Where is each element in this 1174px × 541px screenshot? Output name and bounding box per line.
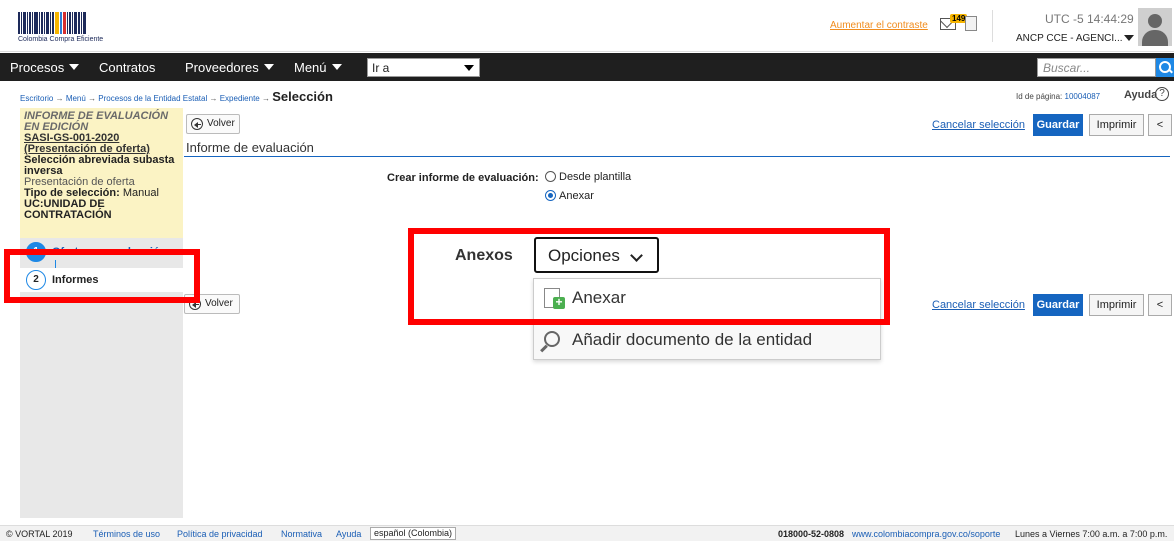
menu-item-add-entity-document[interactable]: Añadir documento de la entidad <box>534 321 880 361</box>
copyright: © VORTAL 2019 <box>6 529 73 539</box>
breadcrumb-arrow: → <box>261 94 270 103</box>
search-icon[interactable] <box>1156 58 1174 77</box>
print-button[interactable]: Imprimir <box>1089 294 1144 316</box>
previous-button[interactable]: < <box>1148 294 1172 316</box>
colombia-compra-logo[interactable]: Colombia Compra Eficiente <box>18 10 118 46</box>
support-phone: 018000-52-0808 <box>778 529 845 539</box>
print-button[interactable]: Imprimir <box>1089 114 1144 136</box>
user-menu[interactable]: ANCP CCE - AGENCI... <box>1016 33 1123 44</box>
save-button[interactable]: Guardar <box>1033 114 1083 136</box>
main-nav: Procesos Contratos Proveedores Menú <box>0 53 1174 81</box>
process-code-link[interactable]: SASI-GS-001-2020 (Presentación de oferta… <box>24 133 179 155</box>
footer-link-privacy[interactable]: Política de privacidad <box>177 529 263 539</box>
section-title: Informe de evaluación <box>186 140 314 155</box>
report-status: INFORME DE EVALUACIÓN EN EDICIÓN <box>24 110 169 133</box>
sidebar: INFORME DE EVALUACIÓN EN EDICIÓN SASI-GS… <box>20 108 183 518</box>
back-arrow-icon <box>191 118 203 130</box>
back-button[interactable]: Volver <box>186 114 240 134</box>
support-hours: Lunes a Viernes 7:00 a.m. a 7:00 p.m. <box>1015 529 1168 539</box>
nav-proveedores[interactable]: Proveedores <box>185 60 274 75</box>
caret-down-icon[interactable] <box>1124 35 1134 41</box>
breadcrumb-arrow: → <box>88 94 97 103</box>
previous-button[interactable]: < <box>1148 114 1172 136</box>
radio-label[interactable]: Desde plantilla <box>559 171 631 183</box>
page-id: Id de página: 10004087 <box>1016 92 1101 101</box>
nav-menu[interactable]: Menú <box>294 60 342 75</box>
breadcrumb-menu[interactable]: Menú <box>66 94 86 103</box>
footer: © VORTAL 2019 Términos de uso Política d… <box>0 525 1174 541</box>
magnifier-icon <box>544 331 560 347</box>
nav-contratos[interactable]: Contratos <box>99 60 155 75</box>
footer-link-help[interactable]: Ayuda <box>336 529 361 539</box>
footer-link-normativa[interactable]: Normativa <box>281 529 322 539</box>
help-icon[interactable]: ? <box>1155 87 1169 101</box>
breadcrumb: Escritorio → Menú → Procesos de la Entid… <box>20 89 333 104</box>
highlight-box-informes <box>4 249 200 303</box>
cancel-selection-link[interactable]: Cancelar selección <box>932 119 1025 131</box>
clock: UTC -5 14:44:29 <box>1045 12 1134 26</box>
logo-caption: Colombia Compra Eficiente <box>18 36 104 43</box>
footer-link-terms[interactable]: Términos de uso <box>93 529 160 539</box>
search-input[interactable]: Buscar... <box>1037 58 1156 77</box>
process-modality: Selección abreviada subasta inversa <box>24 154 175 177</box>
radio-anexar[interactable] <box>545 190 556 201</box>
breadcrumb-arrow: → <box>209 94 218 103</box>
caret-down-icon <box>464 65 474 71</box>
nav-procesos[interactable]: Procesos <box>10 60 80 75</box>
support-url-link[interactable]: www.colombiacompra.gov.co/soporte <box>852 529 1000 539</box>
caret-down-icon <box>69 64 80 70</box>
increase-contrast-link[interactable]: Aumentar el contraste <box>830 20 928 31</box>
language-select[interactable]: español (Colombia) <box>370 527 457 540</box>
breadcrumb-arrow: → <box>55 94 64 103</box>
help-link[interactable]: Ayuda <box>1124 89 1157 101</box>
radio-label[interactable]: Anexar <box>559 190 594 202</box>
breadcrumb-expediente[interactable]: Expediente <box>220 94 260 103</box>
create-report-label: Crear informe de evaluación: <box>387 172 539 184</box>
avatar[interactable] <box>1138 8 1172 46</box>
page-title: Selección <box>272 89 333 104</box>
cancel-selection-link[interactable]: Cancelar selección <box>932 299 1025 311</box>
breadcrumb-procesos[interactable]: Procesos de la Entidad Estatal <box>98 94 207 103</box>
document-icon[interactable] <box>965 16 977 31</box>
header: Colombia Compra Eficiente Aumentar el co… <box>0 0 1174 52</box>
save-button[interactable]: Guardar <box>1033 294 1083 316</box>
caret-down-icon <box>331 64 342 70</box>
header-divider <box>992 10 993 42</box>
radio-desde-plantilla[interactable] <box>545 171 556 182</box>
contracting-unit: UC:UNIDAD DE CONTRATACIÓN <box>24 198 112 221</box>
breadcrumb-escritorio[interactable]: Escritorio <box>20 94 53 103</box>
process-info-panel: INFORME DE EVALUACIÓN EN EDICIÓN SASI-GS… <box>20 108 183 238</box>
section-divider <box>184 156 1170 157</box>
logo-barcode-icon <box>18 10 118 34</box>
caret-down-icon <box>263 64 274 70</box>
highlight-box-anexos <box>408 228 890 325</box>
page-id-link[interactable]: 10004087 <box>1065 92 1101 101</box>
goto-select[interactable]: Ir a <box>367 58 480 77</box>
